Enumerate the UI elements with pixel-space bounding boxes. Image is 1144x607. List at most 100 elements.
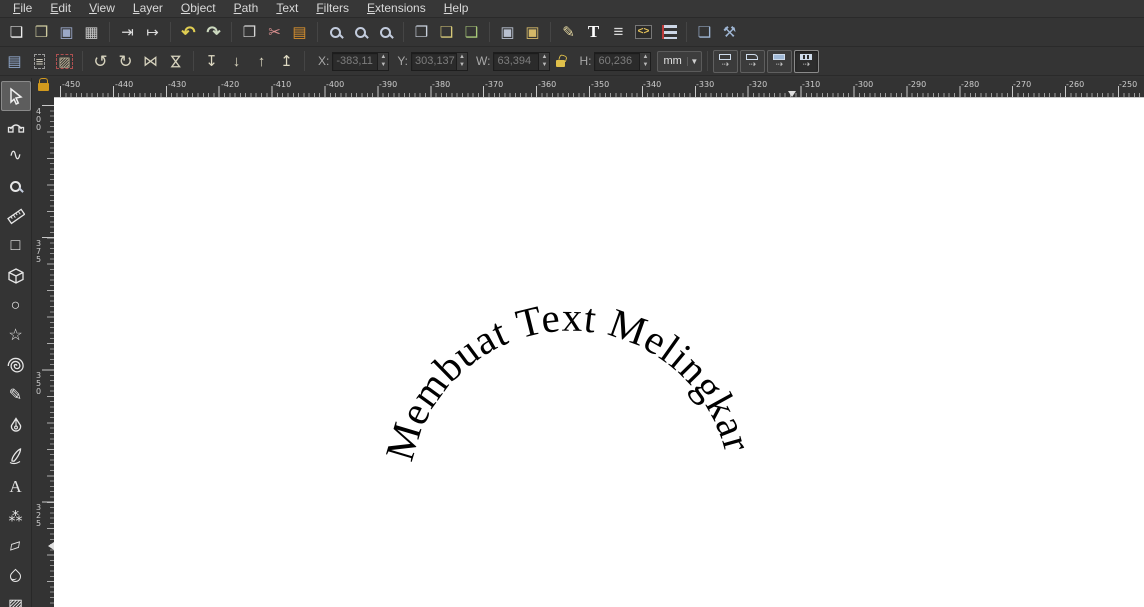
group-button[interactable]: ▣ [495,20,520,45]
create-clone-button[interactable]: ❑ [434,20,459,45]
export-button[interactable]: ↦ [140,20,165,45]
align-distribute-button[interactable] [656,20,681,45]
scale-rounded-corners-toggle[interactable]: ⇢ [739,49,765,73]
tool-paint-bucket[interactable] [1,561,31,591]
tool-spiral[interactable] [1,351,31,381]
vertical-ruler[interactable]: 400 375 350 325 [32,97,54,607]
y-field[interactable]: 303,137 ▲ ▼ [411,51,469,71]
curved-text-object[interactable]: Membuat Text Melingkar [376,294,762,466]
raise-icon: ↑ [257,52,266,70]
spin-up-icon[interactable]: ▲ [378,53,388,62]
zoom-drawing-button[interactable] [348,20,373,45]
flip-vertical-button[interactable]: ⋈ [163,49,188,74]
tool-star[interactable]: ☆ [1,321,31,351]
w-spinner[interactable]: ▲ ▼ [538,52,550,70]
select-all-layers-button[interactable]: ≡ [27,49,52,74]
xml-editor-button[interactable]: <> [631,20,656,45]
tool-rectangle[interactable]: □ [1,231,31,261]
save-document-button[interactable]: ▣ [54,20,79,45]
stack-glyph: ≡ [35,53,44,69]
spin-down-icon[interactable]: ▼ [539,61,549,70]
menu-filters[interactable]: Filters [307,0,358,17]
document-properties-icon: ❏ [697,23,712,41]
lock-rulers-icon[interactable] [37,78,49,91]
preferences-button[interactable]: ⚒ [717,20,742,45]
y-value: 303,137 [415,54,455,67]
tool-node-editor[interactable] [1,111,31,141]
menu-view[interactable]: View [80,0,124,17]
tool-pen[interactable] [1,411,31,441]
tool-selector[interactable] [0,81,31,111]
export-icon: ↦ [146,23,159,41]
h-field[interactable]: 60,236 ▲ ▼ [594,51,652,71]
move-gradients-toggle[interactable]: ⇢ [766,49,792,73]
hruler-label: -250 [1119,80,1138,89]
lock-width-height-toggle[interactable] [556,60,566,67]
import-button[interactable]: ⇥ [115,20,140,45]
text-dialog-button[interactable]: T [581,20,606,45]
spin-down-icon[interactable]: ▼ [378,61,388,70]
menu-path[interactable]: Path [225,0,268,17]
y-spinner[interactable]: ▲ ▼ [456,52,468,70]
tool-ellipse[interactable]: ○ [1,291,31,321]
tool-measure[interactable] [1,201,31,231]
document-properties-button[interactable]: ❏ [692,20,717,45]
undo-button[interactable]: ↶ [176,20,201,45]
fill-stroke-button[interactable]: ✎ [556,20,581,45]
open-document-button[interactable]: ❒ [29,20,54,45]
tool-box-3d[interactable] [1,261,31,291]
tool-gradient[interactable]: ▨ [1,591,31,607]
spin-up-icon[interactable]: ▲ [640,53,650,62]
w-field[interactable]: 63,394 ▲ ▼ [493,51,551,71]
menu-file[interactable]: File [4,0,41,17]
canvas[interactable]: Membuat Text Melingkar [54,97,1144,607]
tool-text[interactable]: A [1,471,31,501]
cut-button[interactable]: ✂ [262,20,287,45]
tool-pencil[interactable]: ✎ [1,381,31,411]
tool-calligraphy[interactable] [1,441,31,471]
redo-button[interactable]: ↷ [201,20,226,45]
toolbar-separator [489,22,490,42]
move-patterns-toggle[interactable]: ⇢ [793,49,819,73]
menu-edit[interactable]: Edit [41,0,80,17]
x-field[interactable]: -383,11 ▲ ▼ [332,51,390,71]
new-document-button[interactable]: ❏ [4,20,29,45]
deselect-button[interactable]: ▨ [52,49,77,74]
menu-help[interactable]: Help [435,0,478,17]
h-spinner[interactable]: ▲ ▼ [639,52,651,70]
menu-object[interactable]: Object [172,0,225,17]
raise-to-top-button[interactable]: ↥ [274,49,299,74]
zoom-selection-button[interactable] [323,20,348,45]
spin-down-icon[interactable]: ▼ [640,61,650,70]
tool-tweak[interactable]: ∿ [1,141,31,171]
raise-button[interactable]: ↑ [249,49,274,74]
spin-up-icon[interactable]: ▲ [457,53,467,62]
tool-eraser[interactable]: ▱ [1,531,31,561]
menu-text[interactable]: Text [267,0,307,17]
lower-to-bottom-button[interactable]: ↧ [199,49,224,74]
scale-stroke-width-toggle[interactable]: ⇢ [712,49,738,73]
copy-button[interactable]: ❐ [237,20,262,45]
tool-zoom[interactable] [1,171,31,201]
menu-layer[interactable]: Layer [124,0,172,17]
duplicate-button[interactable]: ❐ [409,20,434,45]
horizontal-ruler[interactable]: -450 -440 -430 -420 -410 -400 -390 -380 … [54,78,1144,97]
flip-horizontal-button[interactable]: ⋈ [138,49,163,74]
x-spinner[interactable]: ▲ ▼ [377,52,389,70]
ungroup-button[interactable]: ▣ [520,20,545,45]
units-dropdown[interactable]: mm ▼ [657,50,702,72]
tool-spray[interactable]: ⁂ [1,501,31,531]
lower-button[interactable]: ↓ [224,49,249,74]
print-button[interactable]: ▦ [79,20,104,45]
select-all-button[interactable]: ▤ [2,49,27,74]
unlink-clone-button[interactable]: ❑ [459,20,484,45]
spin-up-icon[interactable]: ▲ [539,53,549,62]
menu-extensions[interactable]: Extensions [358,0,435,17]
hruler-label: -390 [379,80,398,89]
paste-button[interactable]: ▤ [287,20,312,45]
rotate-cw-button[interactable]: ↻ [113,49,138,74]
zoom-page-button[interactable] [373,20,398,45]
spin-down-icon[interactable]: ▼ [457,61,467,70]
rotate-ccw-button[interactable]: ↺ [88,49,113,74]
layers-dialog-button[interactable]: ≡ [606,20,631,45]
